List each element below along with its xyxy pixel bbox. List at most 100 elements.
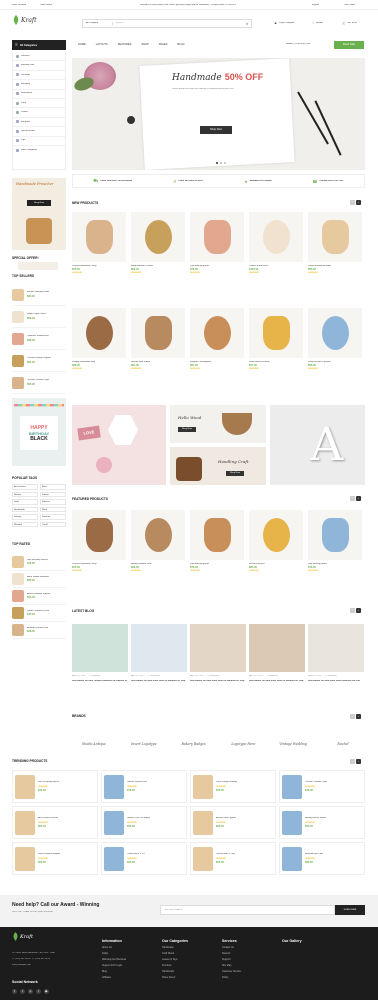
currency-select[interactable]: USD Dollar <box>344 4 355 7</box>
side-product-item[interactable]: Buffalo Kowenga Rook $63.00 <box>12 284 66 306</box>
product-thumbnail[interactable] <box>15 846 35 871</box>
nav-home[interactable]: HOME <box>78 43 86 46</box>
blog-title[interactable]: Duis Autem Vel Eum Iriure Dolor In Hendr… <box>131 680 187 686</box>
next-arrow-icon[interactable]: › <box>356 759 361 764</box>
side-product-item[interactable]: Aranum Vulcalan Dolf $38.00 <box>12 622 66 639</box>
side-product-item[interactable]: Wire Buckling Gaisse $76.00 <box>12 554 66 571</box>
nav-layouts[interactable]: LAYOUTS <box>96 43 108 46</box>
search-category-select[interactable]: All Category <box>83 22 113 25</box>
subscribe-button[interactable]: SUBSCRIBE <box>335 905 365 915</box>
product-thumbnail[interactable] <box>104 774 124 799</box>
product-name[interactable]: Bingo Capos Grass <box>27 313 46 316</box>
product-thumbnail[interactable] <box>193 774 213 799</box>
product-image[interactable] <box>72 212 126 262</box>
product-image[interactable] <box>72 510 126 560</box>
special-offer-image[interactable] <box>18 262 58 270</box>
product-thumbnail[interactable] <box>282 774 302 799</box>
nav-features[interactable]: FEATURES <box>118 43 132 46</box>
product-thumbnail[interactable] <box>12 354 24 367</box>
nav-pages[interactable]: PAGES <box>159 43 168 46</box>
love-banner[interactable]: LOVE <box>72 405 166 485</box>
product-thumbnail[interactable] <box>12 624 24 636</box>
tag-link[interactable]: Flowers <box>40 499 66 505</box>
product-card[interactable]: Ressle slid orfia $81.00 ★★★★★ <box>249 510 303 572</box>
featured-arrows[interactable]: ‹ › <box>350 496 361 501</box>
product-card[interactable]: Pine dorihag pulses $76.00 ★★★★★ <box>190 212 244 274</box>
facebook-icon[interactable]: f <box>12 989 17 994</box>
product-name[interactable]: Chicken eelhidy Legovas <box>27 357 51 360</box>
side-product-item[interactable]: Ansice Globello Saginto $25.00 <box>12 588 66 605</box>
blog-image[interactable] <box>308 624 364 672</box>
next-arrow-icon[interactable]: › <box>356 496 361 501</box>
hello-wood-banner[interactable]: Hello Wood Shop Now <box>170 405 266 443</box>
product-thumbnail[interactable] <box>193 810 213 835</box>
footer-link[interactable]: Home Décor <box>162 975 188 981</box>
product-card[interactable]: Dealo bracket shuntu $57.00 ★★★★★ <box>249 308 303 370</box>
product-thumbnail[interactable] <box>193 846 213 871</box>
slider-dots[interactable] <box>216 162 226 164</box>
language-select[interactable]: English <box>312 4 319 7</box>
product-name[interactable]: Dorex Dobaka Bogdha <box>38 853 60 856</box>
tag-link[interactable]: Trend <box>40 521 66 527</box>
category-everyday[interactable]: Everyday <box>13 80 65 90</box>
product-image[interactable] <box>308 308 362 358</box>
blog-card[interactable]: April 24, 2023 0 Comments Duis Autem Vel E… <box>249 624 305 686</box>
tag-link[interactable]: Jewelry <box>12 514 38 520</box>
side-product-item[interactable]: Bingo Capos Grass $58.00 <box>12 306 66 328</box>
product-name[interactable]: Buna Vidoue Hatseme <box>27 576 49 579</box>
product-card[interactable]: Duffyby shumolian Hoty $68.00 ★★★★★ <box>72 308 126 370</box>
letter-a-banner[interactable]: A <box>270 405 365 485</box>
blog-title[interactable]: Duis Autem Vel Eum Tempor Hendrerit Mi U… <box>72 680 128 686</box>
product-thumbnail[interactable] <box>12 376 24 389</box>
product-image[interactable] <box>190 212 244 262</box>
twitter-icon[interactable]: t <box>20 989 25 994</box>
brands-arrows[interactable]: ‹ › <box>350 714 361 719</box>
product-image[interactable] <box>131 212 185 262</box>
trending-product-card[interactable]: Titeau Black Tr Tb ★★★★★ $35.00 <box>101 842 187 875</box>
blog-card[interactable]: April 24, 2023 0 Comments Duis Autem Vel E… <box>190 624 246 686</box>
newsletter-email-input[interactable]: Your email address <box>160 905 335 915</box>
blog-card[interactable]: April 24, 2023 0 Comments Duis Autem Vel E… <box>308 624 364 686</box>
prev-arrow-icon[interactable]: ‹ <box>350 714 355 719</box>
order-status-link[interactable]: Order Status <box>40 4 52 7</box>
product-name[interactable]: Wire Kacmeng Sycos <box>38 781 59 784</box>
category-more[interactable]: More Categories <box>13 146 65 155</box>
side-product-item[interactable]: Chicken Ventliuk Cage $55.00 <box>12 372 66 394</box>
trending-product-card[interactable]: Chicken Ventliuk Cage ★★★★★ $76.00 <box>279 770 365 803</box>
next-arrow-icon[interactable]: › <box>356 608 361 613</box>
category-party[interactable]: Party <box>13 99 65 109</box>
product-name[interactable]: Capeosts Knitbra Bisu <box>27 335 49 338</box>
footer-link[interactable]: Policy <box>222 975 241 981</box>
pinterest-icon[interactable]: p <box>28 989 33 994</box>
product-thumbnail[interactable] <box>12 590 24 602</box>
product-name[interactable]: Ansice Globello Saginto <box>27 593 50 596</box>
handling-craft-shop-button[interactable]: Shop Now <box>226 471 244 476</box>
trending-product-card[interactable]: Greber Ocak Tor Bugsh ★★★★★ $55.00 <box>101 806 187 839</box>
brand-logo[interactable]: Bakery Badges <box>172 730 216 758</box>
side-product-item[interactable]: Buna Vidoue Hatseme $65.00 <box>12 571 66 588</box>
category-furniture[interactable]: Furniture <box>13 52 65 62</box>
product-card[interactable]: Buffip ladsaent Carefis $66.00 ★★★★★ <box>131 212 185 274</box>
wishlist-link[interactable]: Wishlist <box>316 22 324 25</box>
trending-product-card[interactable]: Greber Talaxaw Dast ★★★★★ $76.00 <box>101 770 187 803</box>
new-products-arrows[interactable]: ‹ › <box>350 200 361 205</box>
side-product-item[interactable]: Chicken eelhidy Legovas $54.00 <box>12 350 66 372</box>
tag-link[interactable]: Basic <box>40 484 66 490</box>
nav-blog[interactable]: BLOG <box>177 43 184 46</box>
footer-logo[interactable]: Kraft <box>12 932 33 942</box>
product-image[interactable] <box>131 510 185 560</box>
blog-image[interactable] <box>131 624 187 672</box>
product-card[interactable]: Boyster ener tempo $61.00 ★★★★★ <box>131 308 185 370</box>
youtube-icon[interactable]: ▶ <box>44 989 49 994</box>
product-card[interactable]: Chicken emmaeka Lucky $55.00 ★★★★★ <box>72 510 126 572</box>
product-thumbnail[interactable] <box>104 810 124 835</box>
product-image[interactable] <box>249 212 303 262</box>
sidebar-promo-banner[interactable]: Handmade Preacher Shop Now <box>12 178 66 250</box>
product-thumbnail[interactable] <box>282 810 302 835</box>
blog-arrows[interactable]: ‹ › <box>350 608 361 613</box>
next-arrow-icon[interactable]: › <box>356 714 361 719</box>
product-thumbnail[interactable] <box>15 810 35 835</box>
product-name[interactable]: Acrioen Gell Pygstar <box>216 817 236 820</box>
prev-arrow-icon[interactable]: ‹ <box>350 608 355 613</box>
product-image[interactable] <box>249 510 303 560</box>
